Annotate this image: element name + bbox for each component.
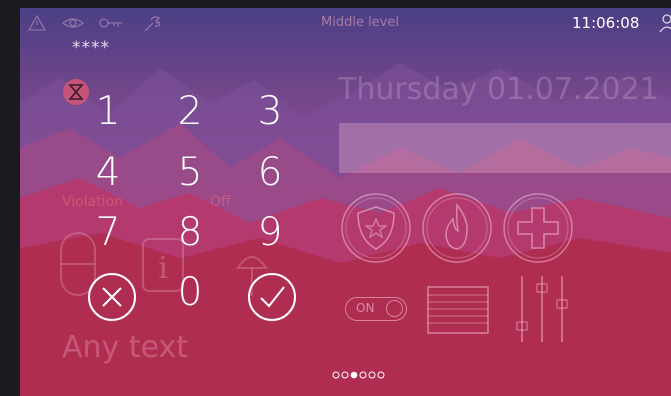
text-field[interactable] (339, 123, 671, 173)
x-circle-icon[interactable] (86, 271, 138, 323)
key-0[interactable]: 0 (160, 271, 220, 315)
equalizer-sliders-icon[interactable] (512, 274, 572, 344)
key-1[interactable]: 1 (78, 90, 138, 134)
toggle-knob (386, 300, 403, 317)
key-6[interactable]: 6 (240, 151, 300, 195)
key-7[interactable]: 7 (78, 211, 138, 255)
warning-icon[interactable] (28, 15, 46, 31)
toggle-switch-icon[interactable]: ON (345, 297, 407, 321)
medical-icon[interactable] (501, 191, 575, 265)
key-3[interactable]: 3 (240, 90, 300, 134)
violation-label: Violation (62, 194, 124, 210)
key-icon[interactable] (98, 15, 124, 31)
off-label: Off (210, 194, 231, 210)
lock-screen: Middle level 11:06:08 Thursday 01.07.202… (20, 8, 671, 396)
police-icon[interactable] (339, 191, 413, 265)
key-5[interactable]: 5 (160, 151, 220, 195)
date-display: Thursday 01.07.2021 (338, 72, 659, 107)
wrench-icon[interactable] (142, 15, 162, 33)
pin-mask: **** (72, 38, 110, 58)
key-9[interactable]: 9 (240, 211, 300, 255)
page-indicator[interactable] (331, 365, 391, 384)
any-text-label: Any text (62, 330, 189, 365)
eye-icon[interactable] (62, 15, 84, 31)
status-bar: Middle level 11:06:08 (20, 8, 671, 38)
key-2[interactable]: 2 (160, 90, 220, 134)
security-level-label: Middle level (321, 15, 399, 30)
user-icon[interactable] (658, 13, 671, 33)
toggle-label: ON (356, 301, 375, 315)
fire-icon[interactable] (420, 191, 494, 265)
clock: 11:06:08 (572, 14, 640, 32)
shutter-icon[interactable] (426, 285, 490, 335)
page-dots[interactable] (331, 370, 391, 380)
check-circle-icon[interactable] (246, 271, 298, 323)
key-4[interactable]: 4 (78, 151, 138, 195)
key-8[interactable]: 8 (160, 211, 220, 255)
